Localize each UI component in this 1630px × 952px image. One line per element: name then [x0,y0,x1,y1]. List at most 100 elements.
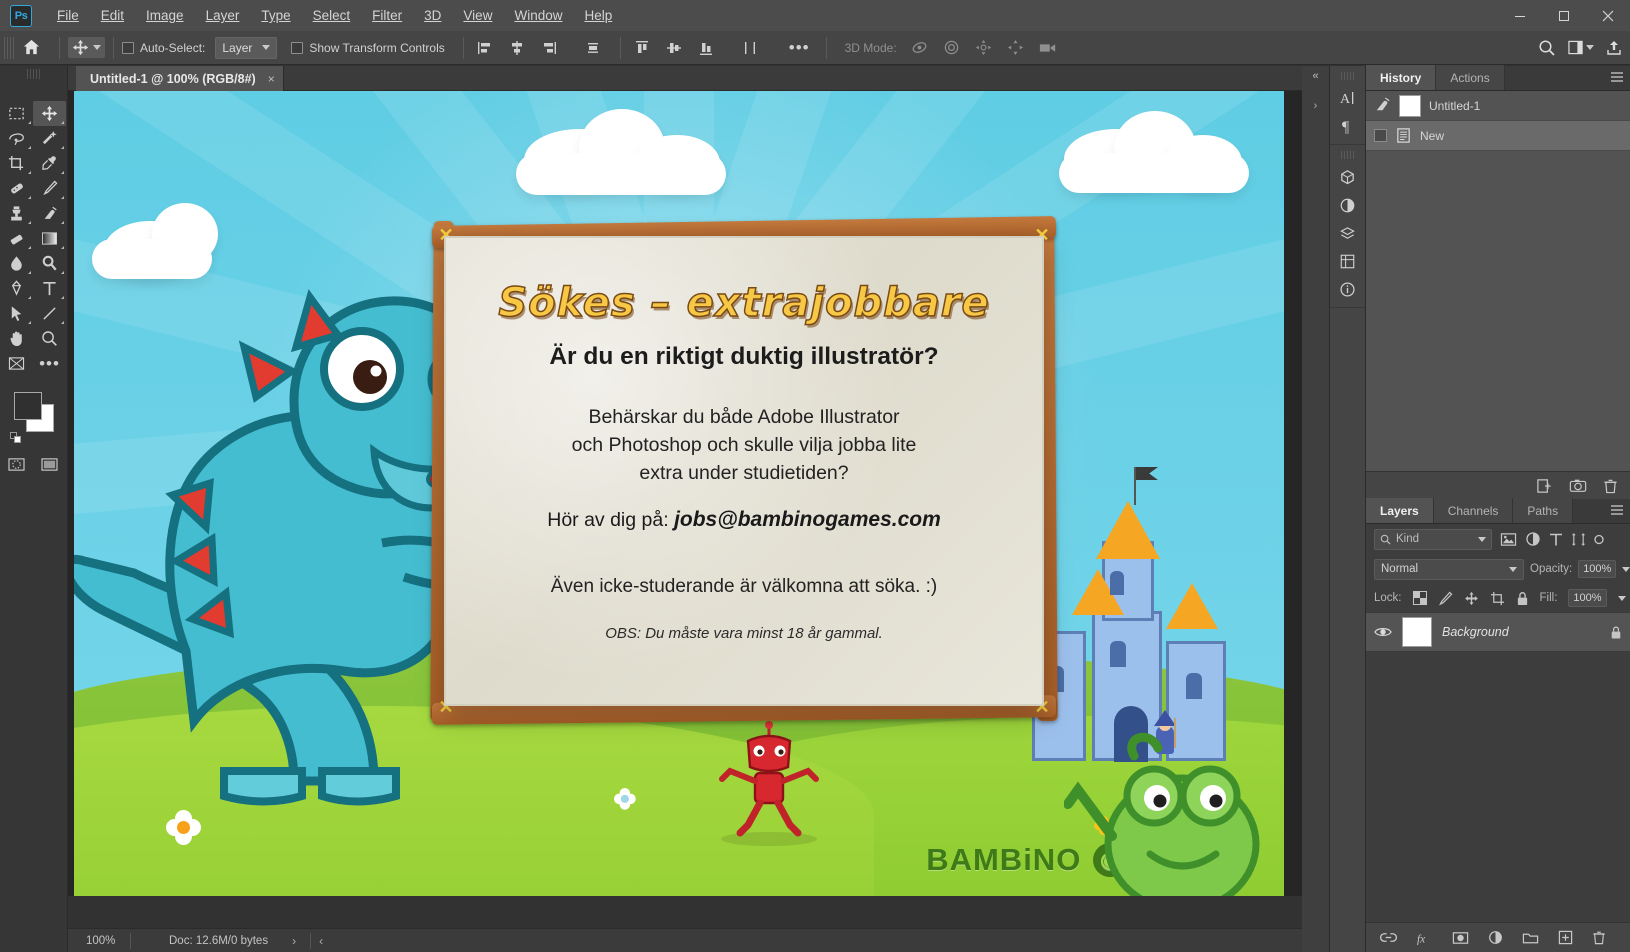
tab-history[interactable]: History [1366,65,1437,90]
status-expand-icon[interactable]: › [292,934,296,948]
new-layer-icon[interactable] [1558,930,1573,945]
fill-value[interactable]: 100% [1568,589,1607,607]
default-colors-icon[interactable] [9,432,22,444]
history-state-checkbox[interactable] [1374,129,1387,142]
blur-tool[interactable] [0,251,33,276]
filter-type-icon[interactable] [1549,532,1563,547]
blend-mode-dropdown[interactable]: Normal [1374,558,1524,580]
delete-state-icon[interactable] [1603,478,1618,494]
quick-selection-tool[interactable] [33,126,66,151]
quick-mask-button[interactable] [0,452,33,477]
libraries-panel-icon[interactable] [1330,219,1365,247]
menu-type[interactable]: Type [250,4,301,27]
menu-select[interactable]: Select [302,4,362,27]
options-bar-grip[interactable] [4,36,14,59]
gradient-tool[interactable] [33,226,66,251]
more-options-button[interactable]: ••• [789,38,810,58]
canvas-area[interactable]: ✕ ✕ ✕ ✕ Sökes – extrajobbare Är du en ri… [68,91,1302,896]
more-tools-button[interactable]: ••• [33,351,66,376]
3d-slide-icon[interactable] [1003,36,1029,60]
layers-panel-menu-icon[interactable] [1610,504,1624,516]
tab-actions[interactable]: Actions [1436,65,1505,90]
menu-window[interactable]: Window [503,4,573,27]
menu-edit[interactable]: Edit [90,4,135,27]
lock-artboard-icon[interactable] [1490,591,1505,606]
3d-panel-icon[interactable] [1330,163,1365,191]
collapse-panels-icon[interactable]: « [1302,66,1329,82]
menu-help[interactable]: Help [573,4,623,27]
layer-thumbnail[interactable] [1402,617,1432,647]
menu-file[interactable]: File [46,4,90,27]
menu-3d[interactable]: 3D [413,4,452,27]
eraser-tool[interactable] [0,226,33,251]
status-collapse-icon[interactable]: ‹ [319,934,323,948]
align-horizontal-centers-icon[interactable] [504,36,530,60]
layer-kind-filter[interactable]: Kind [1374,528,1492,550]
lock-image-pixels-icon[interactable] [1438,591,1453,606]
type-panels-grip[interactable] [1340,72,1355,80]
filter-adjustment-icon[interactable] [1525,531,1541,547]
close-button[interactable] [1586,0,1630,31]
dodge-tool[interactable] [33,251,66,276]
menu-image[interactable]: Image [135,4,195,27]
new-adjustment-layer-icon[interactable] [1488,930,1503,945]
spot-healing-brush-tool[interactable] [0,176,33,201]
align-right-edges-icon[interactable] [536,36,562,60]
layer-visibility-icon[interactable] [1374,625,1392,639]
other-panels-grip[interactable] [1340,151,1355,159]
filter-smart-object-icon[interactable] [1594,532,1604,547]
path-selection-tool[interactable] [0,301,33,326]
home-icon[interactable] [22,38,41,57]
tab-paths[interactable]: Paths [1513,498,1574,523]
distribute-horizontal-icon[interactable] [580,36,606,60]
horizontal-type-tool[interactable] [33,276,66,301]
create-document-from-state-icon[interactable] [1536,478,1553,494]
paragraph-panel-icon[interactable]: ¶ [1330,112,1365,140]
zoom-level[interactable]: 100% [68,935,130,947]
3d-roll-icon[interactable] [939,36,965,60]
align-top-edges-icon[interactable] [629,36,655,60]
tab-channels[interactable]: Channels [1433,498,1514,523]
layer-style-fx-icon[interactable]: fx [1416,931,1433,944]
edit-toolbar-button[interactable] [0,351,33,376]
hand-tool[interactable] [0,326,33,351]
layer-lock-icon[interactable] [1610,625,1622,640]
eyedropper-tool[interactable] [33,151,66,176]
3d-camera-icon[interactable] [1035,36,1061,60]
menu-filter[interactable]: Filter [361,4,413,27]
3d-pan-icon[interactable] [971,36,997,60]
character-panel-icon[interactable]: A [1330,84,1365,112]
add-layer-mask-icon[interactable] [1452,931,1469,945]
link-layers-icon[interactable] [1380,931,1397,944]
minimize-button[interactable] [1498,0,1542,31]
share-icon[interactable] [1606,40,1622,56]
move-tool-preset[interactable] [68,37,105,58]
create-snapshot-icon[interactable] [1569,478,1587,493]
pen-tool[interactable] [0,276,33,301]
history-panel-menu-icon[interactable] [1610,71,1624,83]
auto-select-checkbox[interactable] [122,41,134,54]
info-panel-icon[interactable] [1330,275,1365,303]
fill-caret-icon[interactable] [1617,595,1626,601]
lock-transparent-pixels-icon[interactable] [1412,591,1427,605]
new-group-icon[interactable] [1522,931,1539,945]
opacity-value[interactable]: 100% [1578,560,1617,578]
menu-layer[interactable]: Layer [195,4,251,27]
document-tab[interactable]: Untitled-1 @ 100% (RGB/8#) × [76,66,284,91]
3d-orbit-icon[interactable] [907,36,933,60]
close-document-icon[interactable]: × [268,72,275,86]
move-tool-preset-caret-icon[interactable] [93,45,101,50]
opacity-caret-icon[interactable] [1622,566,1630,572]
maximize-button[interactable] [1542,0,1586,31]
move-tool[interactable] [33,101,66,126]
rectangular-marquee-tool[interactable] [0,101,33,126]
history-snapshot-row[interactable]: Untitled-1 [1366,91,1630,121]
line-tool[interactable] [33,301,66,326]
screen-mode-button[interactable] [33,452,66,477]
artboard[interactable]: ✕ ✕ ✕ ✕ Sökes – extrajobbare Är du en ri… [74,91,1284,896]
crop-tool[interactable] [0,151,33,176]
align-left-edges-icon[interactable] [472,36,498,60]
zoom-tool[interactable] [33,326,66,351]
auto-select-target-dropdown[interactable]: Layer [215,36,278,59]
layer-name[interactable]: Background [1442,625,1600,639]
